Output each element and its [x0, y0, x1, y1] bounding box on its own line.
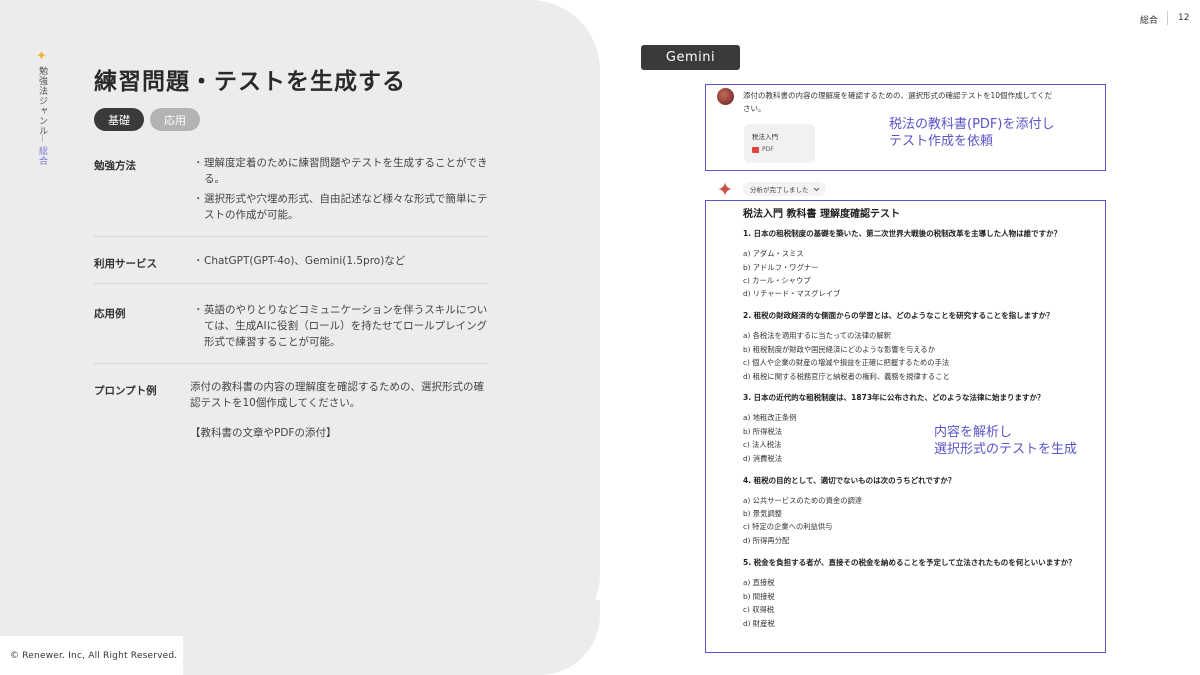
- quiz-option: c) 収得税: [743, 605, 775, 614]
- gemini-sparkle-icon: [718, 182, 732, 196]
- row-divider: [94, 283, 488, 284]
- quiz-option: a) 公共サービスのための資金の調達: [743, 496, 863, 505]
- quiz-question: 5. 税金を負担する者が、直接その税金を納めることを予定して立法されたものを何と…: [743, 558, 1076, 567]
- pill-applied[interactable]: 応用: [150, 108, 200, 131]
- analysis-status-text: 分析が完了しました: [750, 186, 809, 194]
- annotation-generate: 内容を解析し 選択形式のテストを生成: [934, 425, 1078, 457]
- analysis-status-chip[interactable]: 分析が完了しました: [743, 182, 826, 196]
- row-divider: [94, 363, 488, 364]
- side-divider: [42, 134, 43, 142]
- user-prompt-text: 添付の教科書の内容の理解度を確認するための、選択形式の確認テストを10個作成して…: [743, 91, 1053, 113]
- quiz-option: b) 所得税法: [743, 427, 782, 436]
- row-text-example: ・英語のやりとりなどコミュニケーションを伴うスキルについ ては、生成AIに役割（ロ…: [190, 302, 490, 354]
- attached-file-type: PDF: [762, 146, 774, 153]
- side-current-category[interactable]: 総合: [36, 146, 49, 166]
- row-label-method: 勉強方法: [94, 160, 136, 172]
- header-category: 総合: [1140, 16, 1159, 26]
- pdf-icon: [752, 147, 759, 153]
- copyright: © Renewer. Inc, All Right Reserved.: [10, 651, 178, 661]
- row-text-service: ・ ChatGPT(GPT-4o)、Gemini(1.5pro)など: [190, 253, 490, 273]
- attached-file-name: 税法入門: [752, 133, 778, 141]
- row-label-service: 利用サービス: [94, 258, 157, 270]
- bullet-item: ・理解度定着のために練習問題やテストを生成することができ る。: [193, 157, 488, 185]
- pill-basic[interactable]: 基礎: [94, 108, 144, 131]
- quiz-option: d) 所得再分配: [743, 536, 790, 545]
- row-label-prompt: プロンプト例: [94, 385, 157, 397]
- quiz-option: a) アダム・スミス: [743, 249, 804, 258]
- row-text-prompt: 添付の教科書の内容の理解度を確認するための、選択形式の確 認テストを10個作成し…: [190, 379, 490, 441]
- sparkle-icon: ✦: [36, 49, 47, 64]
- quiz-option: b) アドルフ・ワグナー: [743, 263, 819, 272]
- user-avatar: [717, 88, 734, 105]
- gemini-badge: Gemini: [641, 45, 740, 70]
- header-separator: [1167, 11, 1168, 25]
- annotation-attach: 税法の教科書(PDF)を添付し テスト作成を依頼: [889, 117, 1055, 149]
- quiz-question: 1. 日本の租税制度の基礎を築いた、第二次世界大戦後の税制改革を主導した人物は誰…: [743, 229, 1062, 238]
- prompt-note: 【教科書の文章やPDFの添付】: [190, 427, 337, 439]
- quiz-option: a) 各税法を適用するに当たっての法律の解釈: [743, 331, 891, 340]
- quiz-option: c) 特定の企業への利益供与: [743, 522, 833, 531]
- bullet-item: ・英語のやりとりなどコミュニケーションを伴うスキルについ ては、生成AIに役割（ロ…: [193, 304, 488, 348]
- page-title: 練習問題・テストを生成する: [94, 69, 406, 95]
- quiz-option: b) 間接税: [743, 592, 775, 601]
- page-number: 12: [1178, 13, 1190, 23]
- attached-file-card[interactable]: [744, 124, 815, 163]
- bullet-item: ・ ChatGPT(GPT-4o)、Gemini(1.5pro)など: [193, 255, 406, 267]
- quiz-option: c) カール・シャウプ: [743, 276, 811, 285]
- quiz-question: 3. 日本の近代的な租税制度は、1873年に公布された、どのような法律に始まりま…: [743, 393, 1045, 402]
- bullet-item: ・選択形式や穴埋め形式、自由記述など様々な形式で簡単にテ ストの作成が可能。: [193, 193, 488, 221]
- quiz-title: 税法入門 教科書 理解度確認テスト: [743, 209, 900, 220]
- quiz-option: d) 租税に関する税務官庁と納税者の権利、義務を規律すること: [743, 372, 950, 381]
- row-text-method: ・理解度定着のために練習問題やテストを生成することができ る。 ・選択形式や穴埋め…: [190, 155, 490, 227]
- row-divider: [94, 236, 488, 237]
- quiz-option: c) 法人税法: [743, 440, 782, 449]
- quiz-option: c) 個人や企業の財産の増減や損益を正確に把握するための手法: [743, 358, 950, 367]
- side-category-label: 勉強法ジャンル: [37, 66, 47, 136]
- row-label-example: 応用例: [94, 308, 126, 320]
- quiz-option: a) 直接税: [743, 578, 775, 587]
- quiz-option: b) 租税制度が財政や国民経済にどのような影響を与えるか: [743, 345, 935, 354]
- quiz-option: d) リチャード・マスグレイブ: [743, 289, 841, 298]
- quiz-option: d) 財産税: [743, 619, 775, 628]
- chevron-down-icon: [813, 187, 819, 191]
- quiz-option: a) 地租改正条例: [743, 413, 797, 422]
- quiz-option: d) 消費税法: [743, 454, 782, 463]
- quiz-question: 2. 租税の財政経済的な側面からの学習とは、どのようなことを研究することを指しま…: [743, 311, 1054, 320]
- left-panel-tab: [183, 600, 600, 675]
- quiz-option: b) 景気調整: [743, 509, 782, 518]
- prompt-line: 認テストを10個作成してください。: [190, 397, 361, 409]
- quiz-question: 4. 租税の目的として、適切でないものは次のうちどれですか？: [743, 476, 956, 485]
- prompt-line: 添付の教科書の内容の理解度を確認するための、選択形式の確: [190, 381, 484, 393]
